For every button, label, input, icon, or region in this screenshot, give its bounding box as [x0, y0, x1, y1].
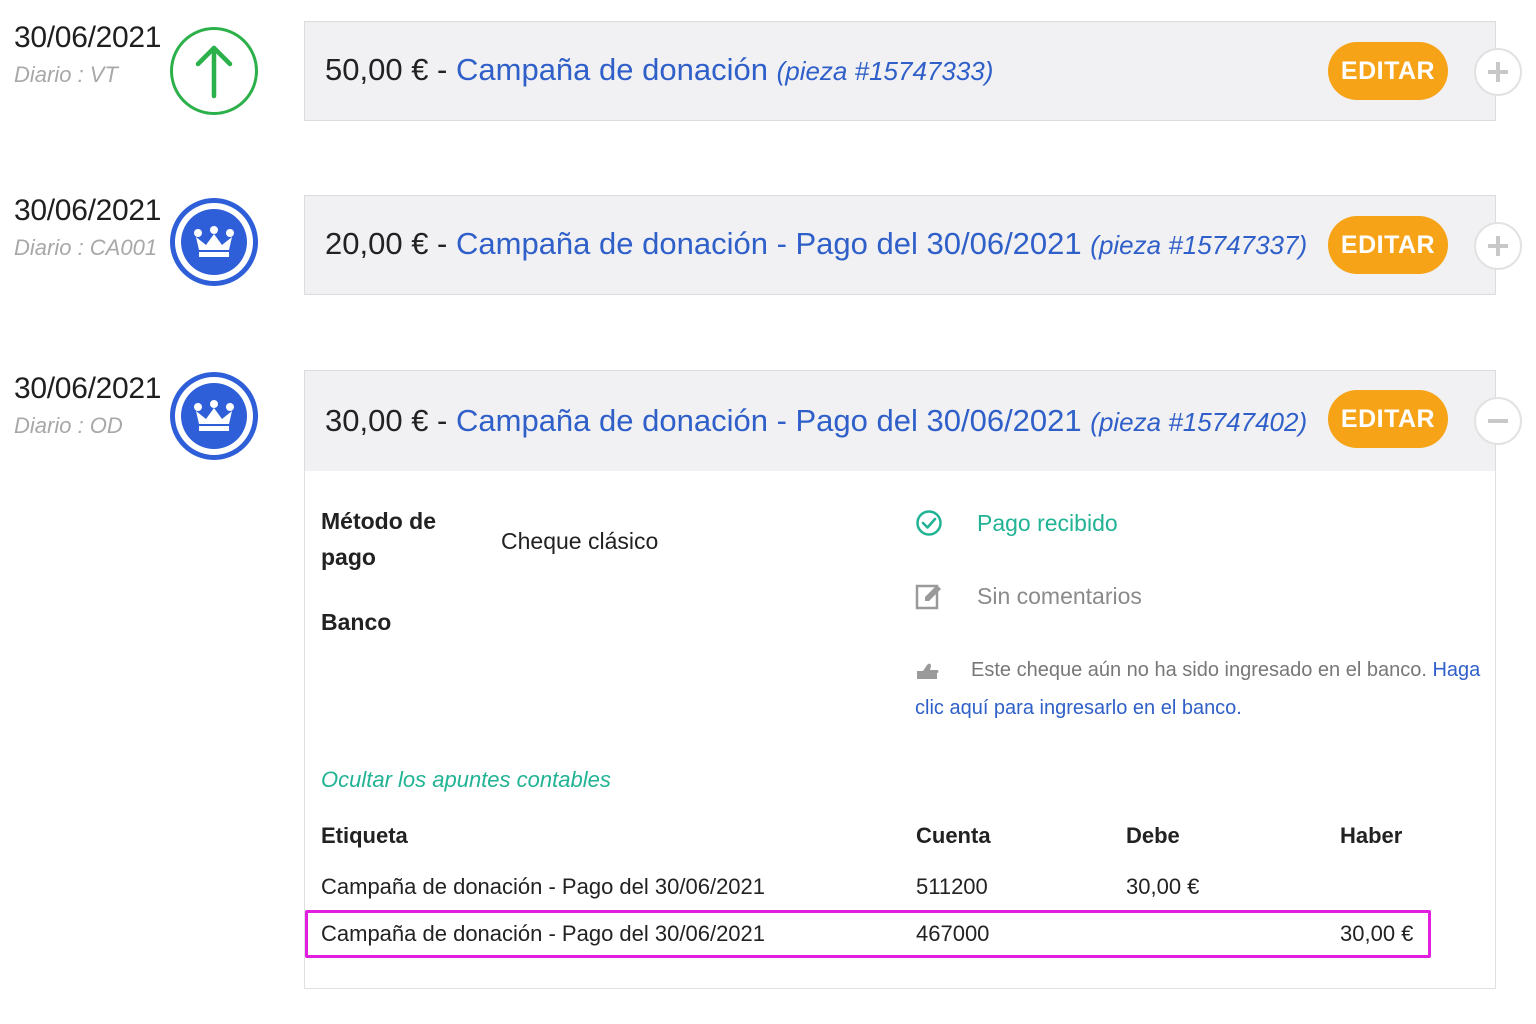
entry-meta: 30/06/2021 Diario : CA001: [14, 193, 161, 263]
no-comments-text: Sin comentarios: [977, 582, 1142, 609]
entry-piece: (pieza #15747333): [776, 56, 994, 86]
check-circle-icon: [916, 510, 942, 536]
entry-piece: (pieza #15747337): [1090, 230, 1308, 260]
entry-date: 30/06/2021: [14, 21, 162, 54]
bank-label: Banco: [321, 609, 392, 635]
entry-meta: 30/06/2021 Diario : OD: [14, 371, 161, 441]
plus-icon: [1488, 236, 1508, 256]
entry-piece: (pieza #15747402): [1090, 407, 1308, 437]
entry-header-text: 20,00 € - Campaña de donación - Pago del…: [325, 224, 1307, 265]
col-debit-header: Debe: [1126, 823, 1180, 848]
ledger-account: 467000: [916, 921, 990, 946]
entry-title-link[interactable]: Campaña de donación: [456, 52, 768, 87]
collapse-button[interactable]: [1474, 397, 1522, 445]
entry-amount: 20,00 €: [325, 226, 429, 261]
crown-icon: [170, 372, 258, 460]
entry-separator: -: [428, 403, 456, 438]
payment-method-label: Método de pago: [321, 503, 436, 575]
entry-header-text: 50,00 € - Campaña de donación (pieza #15…: [325, 50, 993, 91]
edit-button[interactable]: EDITAR: [1328, 390, 1448, 448]
hide-entries-link[interactable]: Ocultar los apuntes contables: [321, 767, 611, 793]
payment-method-label-line1: Método de: [321, 508, 436, 534]
ledger-header: Etiqueta Cuenta Debe Haber: [321, 816, 1431, 856]
ledger-label: Campaña de donación - Pago del 30/06/202…: [321, 921, 766, 946]
ledger-label: Campaña de donación - Pago del 30/06/202…: [321, 874, 766, 899]
expand-button[interactable]: [1474, 48, 1522, 96]
entry-detail-panel: Método de pago Cheque clásico Banco Pago…: [304, 471, 1496, 989]
edit-button[interactable]: EDITAR: [1328, 42, 1448, 100]
plus-icon: [1488, 62, 1508, 82]
entry-journal: Diario : VT: [14, 62, 118, 87]
comments-row: Sin comentarios: [915, 581, 1142, 611]
entry-title-link[interactable]: Campaña de donación - Pago del 30/06/202…: [456, 403, 1082, 438]
entry-journal: Diario : OD: [14, 413, 123, 438]
status-received-text: Pago recibido: [977, 509, 1118, 536]
status-received-row: Pago recibido: [915, 509, 1118, 537]
col-credit-header: Haber: [1340, 823, 1403, 848]
expand-button[interactable]: [1474, 222, 1522, 270]
entry-journal: Diario : CA001: [14, 235, 158, 260]
edit-note-icon[interactable]: [915, 581, 943, 611]
entry-header-text: 30,00 € - Campaña de donación - Pago del…: [325, 401, 1307, 442]
entry-amount: 50,00 €: [325, 52, 429, 87]
crown-icon: [170, 198, 258, 286]
entry-header[interactable]: 50,00 € - Campaña de donación (pieza #15…: [304, 21, 1496, 121]
entry-title-link[interactable]: Campaña de donación - Pago del 30/06/202…: [456, 226, 1082, 261]
ledger-debit: 30,00 €: [1126, 874, 1200, 899]
bank-note-text: Este cheque aún no ha sido ingresado en …: [971, 659, 1427, 681]
edit-button[interactable]: EDITAR: [1328, 216, 1448, 274]
entry-date: 30/06/2021: [14, 372, 162, 405]
entry-amount: 30,00 €: [325, 403, 429, 438]
ledger-row: Campaña de donación - Pago del 30/06/202…: [321, 914, 1431, 954]
ledger-account: 511200: [916, 874, 988, 899]
entry-separator: -: [428, 52, 456, 87]
entry-header[interactable]: 30,00 € - Campaña de donación - Pago del…: [304, 370, 1496, 472]
ledger-credit: 30,00 €: [1340, 921, 1414, 946]
col-label-header: Etiqueta: [321, 823, 408, 848]
bank-deposit-note: Este cheque aún no ha sido ingresado en …: [915, 651, 1495, 727]
deposit-hand-icon: [917, 663, 939, 679]
minus-icon: [1488, 419, 1508, 423]
entry-meta: 30/06/2021 Diario : VT: [14, 20, 161, 90]
payment-method-label-line2: pago: [321, 544, 376, 570]
entry-date: 30/06/2021: [14, 194, 162, 227]
entry-header[interactable]: 20,00 € - Campaña de donación - Pago del…: [304, 195, 1496, 295]
payment-method-value: Cheque clásico: [501, 528, 659, 554]
col-account-header: Cuenta: [916, 823, 991, 848]
ledger-row: Campaña de donación - Pago del 30/06/202…: [321, 867, 1431, 907]
arrow-up-icon: [170, 27, 258, 115]
entry-separator: -: [428, 226, 456, 261]
